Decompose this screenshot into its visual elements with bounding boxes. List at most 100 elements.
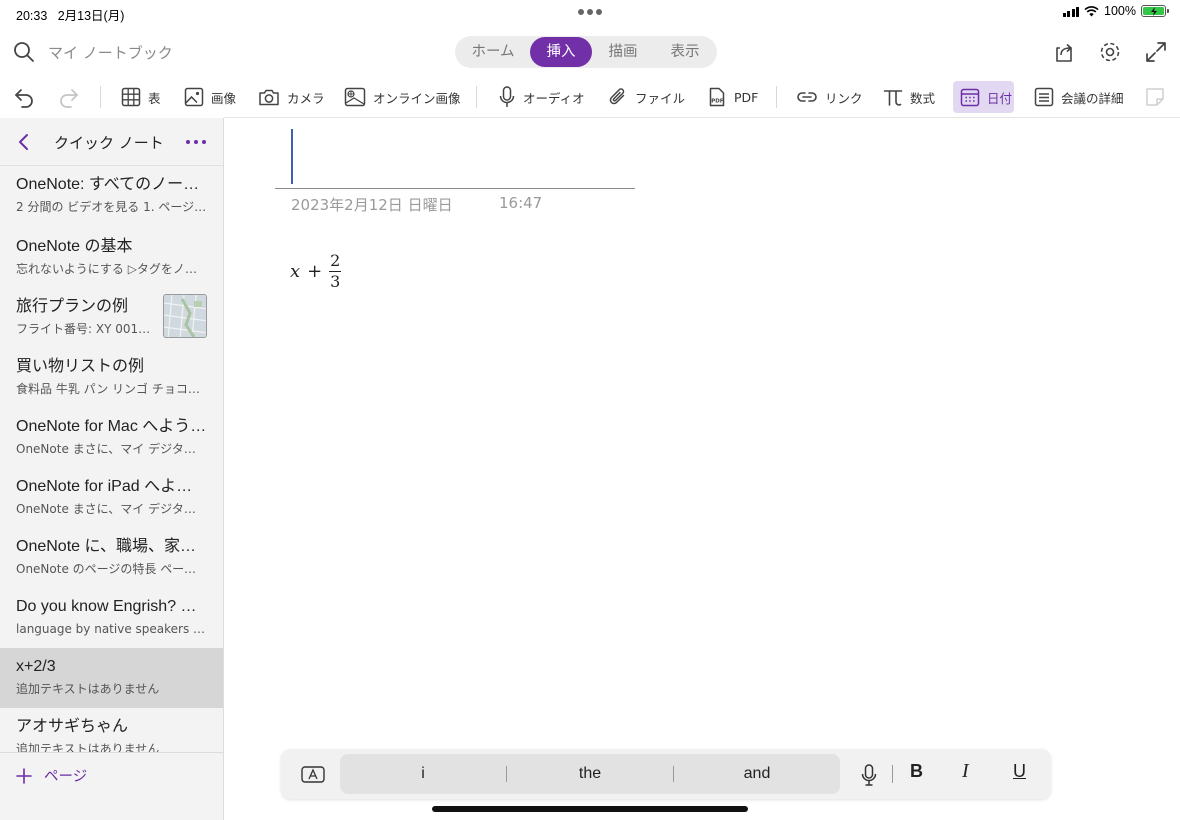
bold-button[interactable]: B [910,761,923,782]
page-title-underline [275,188,635,189]
insert-equation-button[interactable]: 数式 [882,81,935,113]
search-icon[interactable] [12,40,36,64]
keyboard-bar-divider [892,765,893,783]
keyboard-toggle-icon[interactable] [301,766,325,783]
insert-camera-button[interactable]: カメラ [257,81,325,113]
gear-icon[interactable] [1097,39,1123,65]
page-item[interactable]: OneNote for Mac へようこそ OneNote まさに、マイ デジタ… [0,408,223,468]
tab-insert[interactable]: 挿入 [530,37,592,67]
page-item-title: 買い物リストの例 [16,358,145,375]
ribbon-tabs: ホーム 挿入 描画 表示 [455,36,717,68]
status-time: 20:33 [16,9,48,23]
insert-date-label: 日付 [987,90,1013,106]
online-image-icon [344,87,366,107]
page-date: 2023年2月12日 日曜日 [291,196,453,214]
math-operator: + [307,261,323,283]
cellular-signal-icon [1062,6,1080,17]
wifi-icon [1084,5,1099,16]
sidebar-footer: ページ [0,752,223,820]
page-item[interactable]: アオサギちゃん 追加テキストはありません [0,708,223,752]
toolbar-divider [776,86,777,108]
tab-draw[interactable]: 描画 [592,37,654,67]
insert-pdf-button[interactable]: PDF PDF [706,81,758,113]
page-item-title: OneNote の基本 [16,238,133,255]
insert-camera-label: カメラ [287,90,325,106]
math-equation[interactable]: x + 2 3 [290,252,342,292]
underline-button[interactable]: U [1013,761,1026,782]
page-item-subtitle: language by native speakers of English [16,622,207,636]
page-item-subtitle: 忘れないようにする ▷タグをノートに追加 [16,262,207,276]
insert-pdf-label: PDF [734,89,759,105]
suggestion-item[interactable]: and [674,754,840,794]
suggestion-item[interactable]: the [507,754,673,794]
multitasking-dots[interactable] [578,9,602,15]
insert-table-button[interactable]: 表 [120,81,161,113]
table-icon [121,87,141,107]
link-icon [797,92,817,102]
page-item[interactable]: 買い物リストの例 食料品 牛乳 パン リンゴ チョコレート [0,348,223,408]
math-variable: x [290,261,301,283]
insert-link-label: リンク [825,90,863,106]
page-item[interactable]: OneNote の基本 忘れないようにする ▷タグをノートに追加 [0,228,223,288]
italic-button[interactable]: I [962,760,969,783]
page-item-title: OneNote に、職場、家庭、学校 [16,538,207,555]
page-canvas[interactable]: 2023年2月12日 日曜日 16:47 x + 2 3 [224,118,1094,820]
page-item-title: OneNote: すべてのノートをまとめる場所 [16,176,207,193]
page-item-subtitle: OneNote のページの特長 ページを整理する [16,562,207,576]
page-item-title: アオサギちゃん [16,718,129,735]
redo-icon [60,89,78,108]
tab-home[interactable]: ホーム [456,37,530,67]
app-header: マイ ノートブック ホーム 挿入 描画 表示 [0,28,1180,74]
add-page-label: ページ [44,769,88,785]
expand-icon[interactable] [1143,39,1169,65]
page-item-subtitle: 2 分間の ビデオを見る 1. ページを作成する [16,200,207,214]
tab-view[interactable]: 表示 [654,37,716,67]
page-item-selected[interactable]: x+2/3 追加テキストはありません [0,648,223,708]
notebook-title[interactable]: マイ ノートブック [48,42,173,63]
insert-file-button[interactable]: ファイル [607,81,685,113]
battery-icon [1141,5,1169,17]
image-icon [184,87,204,107]
insert-audio-button[interactable]: オーディオ [497,81,585,113]
insert-image-button[interactable]: 画像 [183,81,236,113]
home-indicator[interactable] [432,806,748,812]
status-indicators: 100% [1062,4,1169,18]
undo-icon[interactable] [12,85,36,109]
suggestion-item[interactable]: i [340,754,506,794]
map-thumbnail [163,294,207,338]
math-fraction: 2 3 [329,252,342,292]
meeting-details-button[interactable]: 会議の詳細 [1033,81,1124,113]
page-item[interactable]: OneNote: すべてのノートをまとめる場所 2 分間の ビデオを見る 1. … [0,168,223,228]
page-item-title: 旅行プランの例 [16,298,129,315]
dictation-mic-icon[interactable] [859,763,879,787]
calendar-icon [960,88,980,107]
svg-text:PDF: PDF [711,99,724,105]
insert-audio-label: オーディオ [523,90,585,106]
page-item[interactable]: Do you know Engrish? English language by… [0,588,223,648]
pdf-icon: PDF [709,87,725,107]
insert-image-label: 画像 [211,90,237,106]
insert-table-label: 表 [148,90,161,106]
more-options-icon[interactable] [186,140,206,145]
insert-toolbar: 表 画像 カメラ オンライン画像 オーディオ ファイル PDF PDF リンク … [0,78,1180,116]
page-item[interactable]: OneNote for iPad へようこそ OneNote まさに、マイ デジ… [0,468,223,528]
pi-icon [883,90,903,106]
insert-date-button[interactable]: 日付 [953,81,1014,113]
page-item-title: Do you know Engrish? English [16,598,207,615]
back-chevron-icon[interactable] [14,132,34,152]
page-item[interactable]: 旅行プランの例 フライト番号: XY 0011 予約番号 [0,288,223,348]
math-denominator: 3 [330,272,341,292]
page-sidebar: クイック ノート OneNote: すべてのノートをまとめる場所 2 分間の ビ… [0,118,224,820]
page-item-subtitle: OneNote まさに、マイ デジタル ノートブック [16,502,207,516]
toolbar-divider [476,86,477,108]
meeting-icon [1034,87,1054,107]
page-item[interactable]: OneNote に、職場、家庭、学校 OneNote のページの特長 ページを整… [0,528,223,588]
battery-percent: 100% [1104,4,1136,18]
insert-online-image-button[interactable]: オンライン画像 [343,81,461,113]
share-icon[interactable] [1051,39,1077,65]
status-bar: 20:33 2月13日(月) 100% [0,0,1180,24]
add-page-button[interactable]: ページ [16,765,87,786]
text-cursor [291,129,293,184]
microphone-icon [499,86,515,107]
insert-link-button[interactable]: リンク [795,81,863,113]
